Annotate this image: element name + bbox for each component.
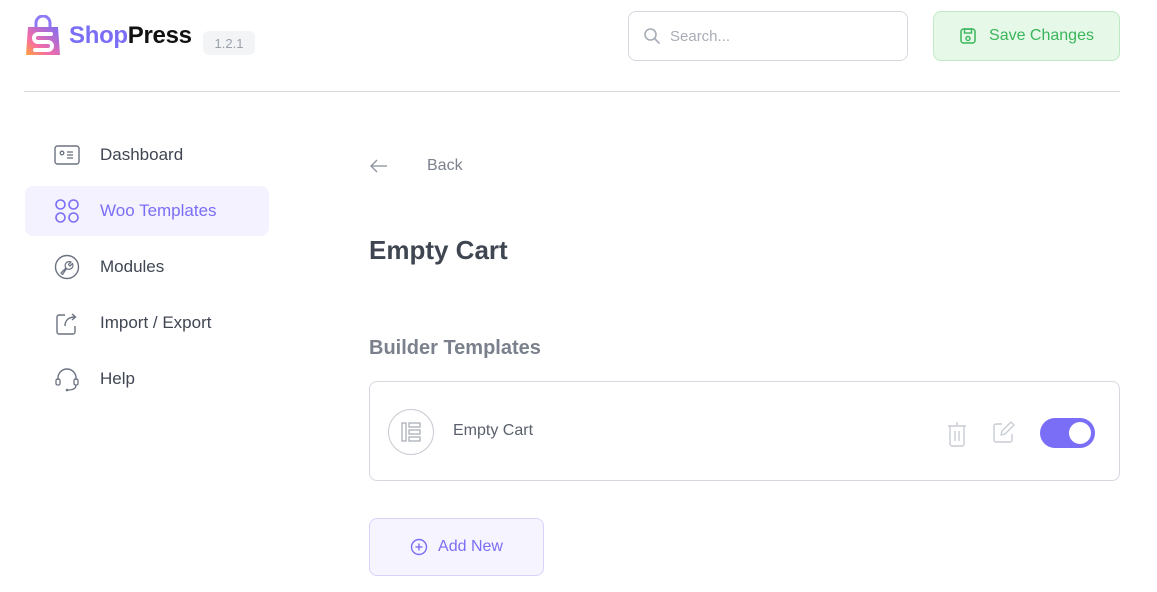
page-title: Empty Cart xyxy=(369,235,508,265)
template-card: Empty Cart xyxy=(369,381,1120,481)
arrow-left-icon xyxy=(370,159,387,173)
sidebar-item-import-export[interactable]: Import / Export xyxy=(25,298,269,348)
sidebar-item-modules[interactable]: Modules xyxy=(25,242,269,292)
save-changes-button[interactable]: Save Changes xyxy=(933,11,1120,61)
sidebar: Dashboard Woo Templates Modules Import /… xyxy=(25,130,269,410)
search-icon xyxy=(644,28,660,44)
search-input[interactable] xyxy=(670,27,890,45)
brand-shop: Shop xyxy=(69,22,128,49)
sidebar-item-help[interactable]: Help xyxy=(25,354,269,404)
search-box[interactable] xyxy=(628,11,908,61)
section-title: Builder Templates xyxy=(369,337,541,359)
headset-icon xyxy=(53,365,81,393)
sidebar-item-label: Woo Templates xyxy=(100,201,217,220)
back-link[interactable]: Back xyxy=(369,152,489,180)
sidebar-item-label: Import / Export xyxy=(100,313,212,332)
header-divider xyxy=(24,91,1120,92)
trash-icon[interactable] xyxy=(946,421,968,447)
version-badge: 1.2.1 xyxy=(203,31,255,55)
sidebar-item-label: Help xyxy=(100,369,135,388)
export-icon xyxy=(53,309,81,337)
shopping-bag-logo-icon xyxy=(26,15,60,55)
add-new-button[interactable]: Add New xyxy=(369,518,544,576)
save-changes-label: Save Changes xyxy=(989,27,1094,44)
template-enabled-toggle[interactable] xyxy=(1040,418,1095,448)
dashboard-icon xyxy=(53,141,81,169)
brand-press: Press xyxy=(127,22,192,49)
back-label: Back xyxy=(427,157,463,174)
logo[interactable]: ShopPress xyxy=(24,15,192,57)
sidebar-item-woo-templates[interactable]: Woo Templates xyxy=(25,186,269,236)
plus-circle-icon xyxy=(410,538,428,556)
edit-icon[interactable] xyxy=(992,420,1016,444)
sidebar-item-label: Modules xyxy=(100,257,165,276)
floppy-disk-icon xyxy=(960,28,976,44)
wrench-icon xyxy=(53,253,81,281)
add-new-label: Add New xyxy=(438,538,503,555)
sidebar-item-dashboard[interactable]: Dashboard xyxy=(25,130,269,180)
grid-icon xyxy=(53,197,81,225)
template-name: Empty Cart xyxy=(453,422,534,439)
sidebar-item-label: Dashboard xyxy=(100,145,184,164)
elementor-icon xyxy=(388,409,434,455)
brand-name: ShopPress xyxy=(69,22,192,50)
header: ShopPress 1.2.1 Save Changes xyxy=(0,0,1157,92)
toggle-knob xyxy=(1069,422,1091,444)
